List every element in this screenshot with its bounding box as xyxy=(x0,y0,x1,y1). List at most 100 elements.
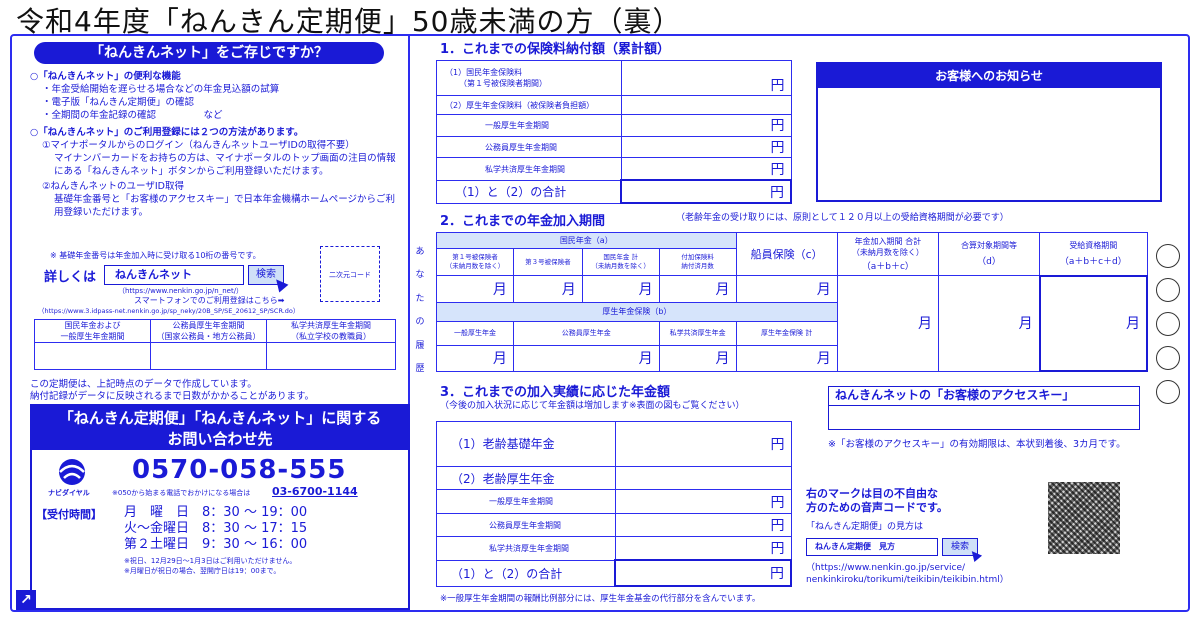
reg1-body: マイナンバーカードをお持ちの方は、マイナポータルのトップ画面の注目の情報にある「… xyxy=(54,153,396,177)
punch-hole xyxy=(1156,278,1180,302)
reg2-body: 基礎年金番号と「お客様のアクセスキー」で日本年金機構ホームページからご利用登録い… xyxy=(54,194,396,218)
alt-phone-note: ※050から始まる電話でおかけになる場合は xyxy=(112,489,251,497)
amount-label: （1）老齢基礎年金 xyxy=(436,421,616,467)
voice-code-image xyxy=(1048,482,1120,554)
contact-title-line1: 「ねんきん定期便」「ねんきんネット」に関する xyxy=(58,409,382,427)
access-key-title: ねんきんネットの「お客様のアクセスキー」 xyxy=(828,386,1140,406)
amount-value: 円 xyxy=(614,421,792,467)
premium-value xyxy=(620,95,792,115)
amount-total-label: （1）と（2）の合計 xyxy=(436,559,616,587)
kokumin-sub: 第３号被保険者 xyxy=(512,247,583,277)
access-key-note: ※「お客様のアクセスキー」の有効期限は、本状到着後、3カ月です。 xyxy=(828,439,1126,450)
feature-item: ・電子版「ねんきん定期便」の確認 xyxy=(42,97,195,108)
month-cell: 月 xyxy=(512,345,660,372)
premium-label: 一般厚生年金期間 xyxy=(436,113,622,137)
howto-label: 「ねんきん定期便」の見方は xyxy=(806,522,924,532)
basic-number-note: ※ 基礎年金番号は年金加入時に受け取る10桁の番号です。 xyxy=(50,251,261,260)
features-block: ○「ねんきんネット」の便利な機能 ・年金受給開始を遅らせる場合などの年金見込額の… xyxy=(30,70,400,219)
sec3-footnote: ※一般厚生年金期間の報酬比例部分には、厚生年金基金の代行部分を含んでいます。 xyxy=(440,594,761,604)
arrow-icon: ↗ xyxy=(16,590,36,610)
month-cell: 月 xyxy=(937,275,1041,372)
alt-phone-number[interactable]: 03-6700-1144 xyxy=(272,485,358,498)
reg2-heading: ②ねんきんネットのユーザID取得 xyxy=(42,181,184,192)
month-cell: 月 xyxy=(735,345,838,372)
smartphone-link[interactable]: スマートフォンでのご利用登録はこちら➡ xyxy=(134,295,284,306)
premium-label: 公務員厚生年金期間 xyxy=(436,135,622,159)
howto-url[interactable]: （https://www.nenkin.go.jp/service/nenkin… xyxy=(806,562,1009,586)
period-cell xyxy=(150,342,267,370)
period-cell xyxy=(34,342,151,370)
kosei-sub: 一般厚生年金 xyxy=(436,320,514,347)
amount-value: 円 xyxy=(614,489,792,514)
phone-number[interactable]: 0570-058-555 xyxy=(132,455,347,485)
month-cell: 月 xyxy=(512,275,583,304)
feature-item: ・全期間の年金記録の確認 など xyxy=(42,110,223,121)
contact-title-line2: お問い合わせ先 xyxy=(167,430,273,448)
period-head-private: 私学共済厚生年金期間 （私立学校の教職員） xyxy=(266,319,396,343)
premium-total-value: 円 xyxy=(620,179,792,204)
punch-hole xyxy=(1156,312,1180,336)
qr-code-placeholder: 二次元コード xyxy=(320,246,380,302)
premium-value: 円 xyxy=(620,113,792,137)
amount-value xyxy=(614,465,792,490)
month-cell: 月 xyxy=(436,345,514,372)
hours-row: 火〜金曜日 8：30 〜 17：15 xyxy=(124,521,308,536)
hours-label: 【受付時間】 xyxy=(36,508,102,521)
month-cell: 月 xyxy=(581,275,660,304)
hours-note-2: ※月曜日が祝日の場合、翌開庁日は19：00まで。 xyxy=(124,567,281,575)
gassan-head: 合算対象期間等 （d） xyxy=(937,231,1041,277)
amount-total-value: 円 xyxy=(614,559,792,587)
amount-table: （1）老齢基礎年金 円 （2）老齢厚生年金 一般厚生年金期間 円 公務員厚生年金… xyxy=(436,421,792,587)
kokumin-sub: 国民年金 計 （未納月数を除く） xyxy=(581,247,660,277)
search-input[interactable]: ねんきんネット xyxy=(104,265,244,285)
hours-row: 第２土曜日 9：30 〜 16：00 xyxy=(124,537,308,552)
month-cell: 月 xyxy=(1038,274,1149,373)
premium-label: 私学共済厚生年金期間 xyxy=(436,157,622,181)
amount-label: 公務員厚生年金期間 xyxy=(436,512,616,538)
navi-dial-label: ナビダイヤル xyxy=(48,489,90,497)
hours-row: 月 曜 日 8：30 〜 19：00 xyxy=(124,505,308,520)
kokumin-sub: 第１号被保険者 （未納月数を除く） xyxy=(436,247,514,277)
punch-hole xyxy=(1156,380,1180,404)
contact-title: 「ねんきん定期便」「ねんきんネット」に関する お問い合わせ先 xyxy=(32,406,408,450)
reg1-heading: ①マイナポータルからのログイン（ねんきんネットユーザIDの取得不要） xyxy=(42,140,355,151)
kosei-sub: 厚生年金保険 計 xyxy=(735,320,838,347)
premium-total-label: （1）と（2）の合計 xyxy=(436,179,622,204)
month-cell: 月 xyxy=(658,345,737,372)
amount-label: （2）老齢厚生年金 xyxy=(436,465,616,490)
amount-label: 私学共済厚生年金期間 xyxy=(436,536,616,561)
sec2-note: （老齢年金の受け取りには、原則として１２０月以上の受給資格期間が必要です） xyxy=(676,213,1009,223)
premium-value: 円 xyxy=(620,59,792,97)
feature-item: ・年金受給開始を遅らせる場合などの年金見込額の試算 xyxy=(42,84,280,95)
howto-search-input[interactable]: ねんきん定期便 見方 xyxy=(806,538,938,556)
premium-label: （2）厚生年金保険料（被保険者負担額） xyxy=(436,95,622,115)
period-grid: 国民年金（a） 船員保険（c） 年金加入期間 合計 （未納月数を除く） （a＋b＋… xyxy=(436,231,1149,373)
details-label: 詳しくは xyxy=(44,270,97,285)
nenkin-net-banner: 「ねんきんネット」をご存じですか？ xyxy=(34,42,384,64)
senin-head: 船員保険（c） xyxy=(735,231,838,277)
month-cell: 月 xyxy=(658,275,737,304)
voice-code-note: 右のマークは目の不自由な 方のための音声コードです。 xyxy=(806,487,948,514)
punch-hole xyxy=(1156,244,1180,268)
period-head-general: 国民年金および 一般厚生年金期間 xyxy=(34,319,151,343)
kosei-sub: 私学共済厚生年金 xyxy=(658,320,737,347)
access-key-field xyxy=(828,406,1140,430)
data-note-2: 納付記録がデータに反映されるまで日数がかかることがあります。 xyxy=(30,391,315,402)
url-link-2[interactable]: （https://www.3.idpass-net.nenkin.go.jp/s… xyxy=(38,306,299,317)
premium-table: （1）国民年金保険料 （第１号被保険者期間） 円 （2）厚生年金保険料（被保険者負… xyxy=(436,59,792,204)
jukyu-head: 受給資格期間 （a＋b＋c＋d） xyxy=(1039,231,1148,277)
punch-hole xyxy=(1156,346,1180,370)
month-cell: 月 xyxy=(436,275,514,304)
sec3-heading: 3．これまでの加入実績に応じた年金額 xyxy=(440,385,671,400)
amount-value: 円 xyxy=(614,536,792,561)
kokumin-sub: 付加保険料 納付済月数 xyxy=(658,247,737,277)
premium-value: 円 xyxy=(620,157,792,181)
amount-value: 円 xyxy=(614,512,792,538)
sec1-heading: 1．これまでの保険料納付額（累計額） xyxy=(440,42,671,57)
kosei-head: 厚生年金保険（b） xyxy=(436,302,838,322)
premium-value: 円 xyxy=(620,135,792,159)
sec2-heading: 2．これまでの年金加入期間 xyxy=(440,214,606,229)
period-head-public: 公務員厚生年金期間 （国家公務員・地方公務員） xyxy=(150,319,267,343)
month-cell: 月 xyxy=(836,275,939,372)
period-table: 国民年金および 一般厚生年金期間 公務員厚生年金期間 （国家公務員・地方公務員）… xyxy=(34,319,396,370)
